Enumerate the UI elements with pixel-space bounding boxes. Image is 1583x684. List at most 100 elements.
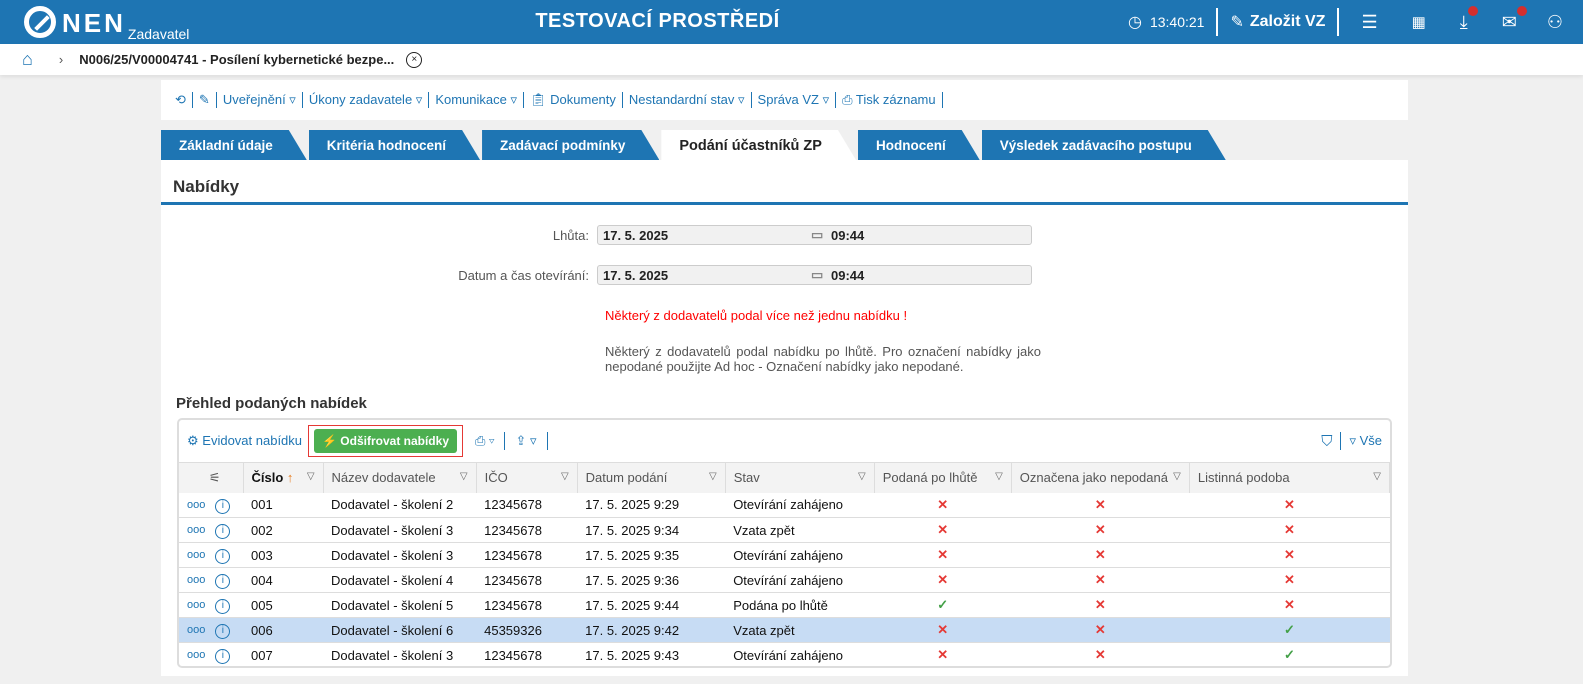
column-filter-icon[interactable]: ▽ <box>995 471 1003 482</box>
table-row[interactable]: ooo i 003 Dodavatel - školení 3 12345678 17. … <box>179 542 1390 568</box>
info-note: Některý z dodavatelů podal nabídku po lh… <box>605 344 1041 374</box>
close-icon[interactable]: × <box>406 51 423 68</box>
column-settings-icon[interactable]: ⚟ <box>179 462 244 493</box>
calendar-icon[interactable]: ▦ <box>1412 13 1426 31</box>
cross-icon: ✕ <box>1283 597 1295 612</box>
action-toolbar: ⟲ ✎ Uveřejnění ▿ Úkony zadavatele ▿ Komu… <box>161 80 1408 120</box>
tab-3[interactable]: Podání účastníků ZP <box>661 130 856 160</box>
toolbar-tisk[interactable]: ⎙ Tisk záznamu <box>836 92 943 108</box>
clock-time: 13:40:21 <box>1149 14 1205 30</box>
offers-table-box: ⚙ Evidovat nabídku ⚡ Odšifrovat nabídky … <box>177 418 1392 668</box>
offers-table: ⚟ Číslo ↑ ▽ Název dodavatele ▽ IČO ▽ Datum podá… <box>179 462 1390 666</box>
column-header[interactable]: Stav ▽ <box>725 462 875 493</box>
cell-date: 17. 5. 2025 9:29 <box>577 492 726 518</box>
cell-name: Dodavatel - školení 3 <box>323 642 477 666</box>
info-icon[interactable]: i <box>215 624 231 639</box>
cross-icon: ✕ <box>1283 496 1295 512</box>
info-icon[interactable]: i <box>215 574 231 589</box>
column-header[interactable]: Datum podání ▽ <box>577 462 726 493</box>
column-filter-icon[interactable]: ▽ <box>709 471 717 482</box>
table-row[interactable]: ooo i 006 Dodavatel - školení 6 45359326 17. … <box>179 617 1390 643</box>
tab-0[interactable]: Základní údaje <box>161 130 307 160</box>
cross-icon: ✕ <box>1094 522 1106 537</box>
print-menu-button[interactable]: ⎙ ▿ <box>475 433 494 449</box>
user-icon[interactable]: ⚇ <box>1547 12 1563 33</box>
deadline-field[interactable]: 17. 5. 2025 ▭ 09:44 <box>597 225 1032 245</box>
toolbar-dokumenty[interactable]: 📋︎ Dokumenty <box>524 92 623 108</box>
cell-ico: 45359326 <box>476 617 578 643</box>
column-header[interactable]: IČO ▽ <box>476 462 578 493</box>
warning-message: Některý z dodavatelů podal více než jedn… <box>605 308 908 323</box>
check-icon: ✓ <box>1283 647 1295 662</box>
refresh-icon[interactable]: ⟲ <box>169 92 193 108</box>
export-menu-button[interactable]: ⇪ ▿ <box>515 433 536 449</box>
edit-icon: ✎ <box>1230 14 1244 31</box>
opening-field[interactable]: 17. 5. 2025 ▭ 09:44 <box>597 265 1032 285</box>
row-menu-icon[interactable]: ooo <box>187 524 205 536</box>
cell-state: Otevírání zahájeno <box>725 542 875 568</box>
column-filter-icon[interactable]: ▽ <box>307 471 315 482</box>
cell-name: Dodavatel - školení 2 <box>323 492 477 518</box>
info-icon[interactable]: i <box>215 549 231 564</box>
table-row[interactable]: ooo i 004 Dodavatel - školení 4 12345678 17. … <box>179 567 1390 593</box>
sort-asc-icon[interactable]: ↑ <box>283 470 294 485</box>
cell-date: 17. 5. 2025 9:42 <box>577 617 726 643</box>
decrypt-offers-button[interactable]: ⚡ Odšifrovat nabídky <box>314 429 457 453</box>
clipboard-icon: 📋︎ <box>530 92 547 107</box>
column-header[interactable]: Název dodavatele ▽ <box>323 462 477 493</box>
table-row[interactable]: ooo i 005 Dodavatel - školení 5 12345678 17. … <box>179 592 1390 618</box>
toolbar-nestandardni[interactable]: Nestandardní stav ▿ <box>623 92 752 108</box>
filter-icon[interactable]: ⛉ <box>1321 433 1332 450</box>
toolbar-ukony[interactable]: Úkony zadavatele ▿ <box>303 92 430 108</box>
tab-1[interactable]: Kritéria hodnocení <box>309 130 480 160</box>
column-filter-icon[interactable]: ▽ <box>1173 471 1181 482</box>
printer-icon: ⎙ <box>842 92 853 107</box>
cell-num: 003 <box>243 542 324 568</box>
info-icon[interactable]: i <box>215 498 231 514</box>
info-icon[interactable]: i <box>215 599 231 614</box>
cell-ico: 12345678 <box>476 542 578 568</box>
column-filter-icon[interactable]: ▽ <box>1373 471 1381 482</box>
tab-4[interactable]: Hodnocení <box>858 130 980 160</box>
row-menu-icon[interactable]: ooo <box>187 649 205 661</box>
cell-ico: 12345678 <box>476 492 578 518</box>
cell-date: 17. 5. 2025 9:36 <box>577 567 726 593</box>
column-filter-icon[interactable]: ▽ <box>561 471 569 482</box>
column-header[interactable]: Označena jako nepodaná ▽ <box>1011 462 1190 493</box>
tab-2[interactable]: Zadávací podmínky <box>482 130 659 160</box>
row-menu-icon[interactable]: ooo <box>187 624 205 636</box>
cell-ico: 12345678 <box>476 592 578 618</box>
create-vz-button[interactable]: Založit VZ <box>1250 13 1326 31</box>
edit-icon[interactable]: ✎ <box>193 92 217 108</box>
register-offer-button[interactable]: ⚙ Evidovat nabídku <box>187 433 302 449</box>
home-icon[interactable]: ⌂ <box>22 49 33 70</box>
toolbar-sprava[interactable]: Správa VZ ▿ <box>752 92 837 108</box>
cell-name: Dodavatel - školení 3 <box>323 517 477 543</box>
column-header[interactable]: Listinná podoba ▽ <box>1189 462 1390 493</box>
table-row[interactable]: ooo i 002 Dodavatel - školení 3 12345678 17. … <box>179 517 1390 543</box>
table-row[interactable]: ooo i 001 Dodavatel - školení 2 12345678 17. … <box>179 492 1390 518</box>
filter-all-button[interactable]: ▿ Vše <box>1349 433 1382 449</box>
toolbar-uverejneni[interactable]: Uveřejnění ▿ <box>217 92 303 108</box>
column-filter-icon[interactable]: ▽ <box>460 471 468 482</box>
info-icon[interactable]: i <box>215 524 231 539</box>
toolbar-komunikace[interactable]: Komunikace ▿ <box>429 92 524 108</box>
menu-icon[interactable]: ☰ <box>1361 12 1377 33</box>
tab-5[interactable]: Výsledek zadávacího postupu <box>982 130 1226 160</box>
column-filter-icon[interactable]: ▽ <box>858 471 866 482</box>
column-header[interactable]: Číslo ↑ ▽ <box>243 462 324 493</box>
cross-icon: ✕ <box>937 572 949 587</box>
info-icon[interactable]: i <box>215 649 231 664</box>
breadcrumb-item[interactable]: N006/25/V00004741 - Posílení kybernetick… <box>79 52 394 67</box>
column-header[interactable]: Podaná po lhůtě ▽ <box>874 462 1012 493</box>
cross-icon: ✕ <box>1283 572 1295 587</box>
mail-icon[interactable]: ✉ <box>1502 5 1527 33</box>
download-icon[interactable]: ⤓ <box>1460 5 1478 33</box>
offers-title: Přehled podaných nabídek <box>176 395 367 412</box>
row-menu-icon[interactable]: ooo <box>187 499 205 511</box>
table-row[interactable]: ooo i 007 Dodavatel - školení 3 12345678 17. … <box>179 642 1390 666</box>
row-menu-icon[interactable]: ooo <box>187 549 205 561</box>
row-menu-icon[interactable]: ooo <box>187 599 205 611</box>
tab-bar: Základní údaje Kritéria hodnocení Zadávací… <box>161 130 1228 160</box>
row-menu-icon[interactable]: ooo <box>187 574 205 586</box>
